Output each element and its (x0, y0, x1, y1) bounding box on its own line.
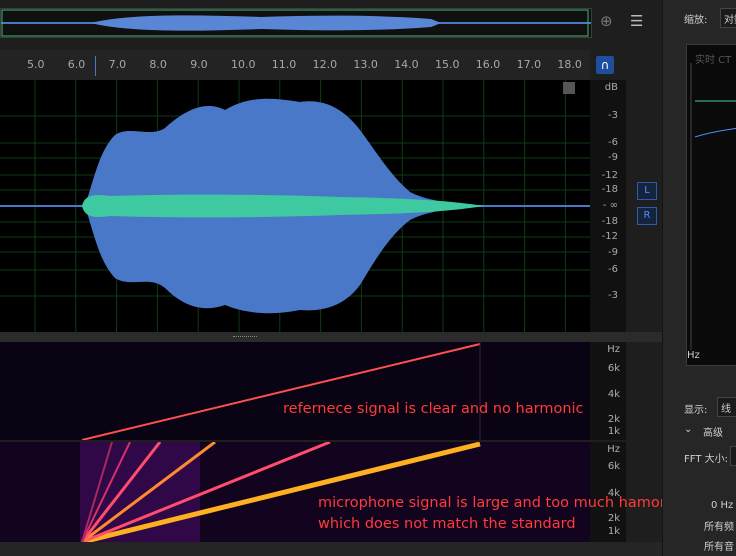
hz-label: 6k (607, 363, 620, 374)
waveform-canvas (0, 80, 590, 332)
reference-spectral-display[interactable] (0, 342, 590, 441)
db-label: -6 (608, 137, 618, 148)
db-label: - ∞ (602, 200, 618, 211)
display-label: 显示: (684, 405, 708, 416)
channel-strip: L R (626, 80, 662, 332)
ruler-tick-label: 12.0 (312, 58, 338, 71)
panel-divider[interactable] (0, 332, 662, 342)
db-label: -9 (608, 247, 618, 258)
ruler-tick-label: 16.0 (475, 58, 501, 71)
microphone-annotation-line2: which does not match the standard (318, 516, 576, 532)
collapse-icon[interactable]: ⌄ (684, 424, 692, 435)
zoom-icon[interactable]: ⊕ (600, 12, 613, 30)
hz-label: 4k (607, 389, 620, 400)
hz-label: 6k (607, 461, 620, 472)
db-label: -3 (608, 290, 618, 301)
hz-label: 2k (607, 513, 620, 524)
db-label: -3 (608, 110, 618, 121)
hz-label: 1k (607, 426, 620, 437)
reference-annotation: refernece signal is clear and no harmoni… (283, 401, 584, 417)
ruler-tick-label: 9.0 (190, 58, 208, 71)
ruler-tick-label: 6.0 (67, 58, 86, 71)
frequency-graph[interactable]: 实时 CT Hz (686, 44, 736, 366)
db-label: -6 (608, 264, 618, 275)
fft-size-select[interactable] (730, 446, 736, 466)
ruler-tick-label: 13.0 (353, 58, 378, 71)
db-label: -12 (601, 170, 618, 181)
hz-value: 0 Hz (711, 500, 734, 511)
headphone-icon[interactable]: ∩ (596, 56, 614, 74)
ruler-tick-label: 7.0 (108, 58, 127, 71)
reference-hz-scale: Hz 6k 4k 2k 1k (590, 342, 626, 440)
db-label: -18 (601, 216, 618, 227)
graph-axis-label: Hz (687, 350, 700, 361)
db-label: dB (604, 82, 618, 93)
playhead-marker[interactable] (95, 56, 96, 76)
microphone-hz-scale: Hz 6k 4k 2k 1k (590, 442, 626, 542)
ruler-tick-label: 18.0 (557, 58, 582, 71)
db-label: -12 (601, 231, 618, 242)
ruler-tick-label: 8.0 (149, 58, 167, 71)
overview-waveform (1, 9, 591, 37)
overview-strip[interactable]: ⊕ ☰ (0, 0, 643, 46)
hz-label: Hz (607, 444, 620, 455)
ruler-tick-label: 5.0 (27, 58, 45, 71)
fft-size-label: FFT 大小: (684, 454, 728, 465)
hz-label: Hz (607, 344, 620, 355)
all-sounds-row: 所有音 (704, 542, 734, 553)
bottom-toolbar (0, 542, 662, 556)
zoom-select[interactable]: 对数 (720, 8, 736, 28)
waveform-display[interactable] (0, 80, 590, 332)
channel-left-button[interactable]: L (637, 182, 657, 200)
list-view-icon[interactable]: ☰ (630, 12, 643, 30)
channel-right-button[interactable]: R (637, 207, 657, 225)
frequency-curve (690, 63, 736, 350)
display-select[interactable]: 线 (717, 397, 736, 417)
db-label: -9 (608, 152, 618, 163)
ruler-tick-label: 10.0 (231, 58, 256, 71)
hz-label: 2k (607, 414, 620, 425)
zoom-label: 缩放: (684, 15, 708, 26)
display-select-value: 线 (721, 404, 731, 415)
ruler-tick-label: 11.0 (271, 58, 297, 71)
expand-corner-icon[interactable] (563, 82, 575, 94)
all-frequencies-row: 所有频 (704, 522, 734, 533)
db-label: -18 (601, 184, 618, 195)
ruler-tick-label: 17.0 (516, 58, 542, 71)
microphone-annotation-line1: microphone signal is large and too much … (318, 495, 681, 511)
reference-spectrogram (81, 342, 481, 441)
zoom-select-value: 对数 (724, 15, 736, 26)
time-ruler[interactable]: 5.0 6.0 7.0 8.0 9.0 10.0 11.0 12.0 13.0 14.0 15.0 1… (0, 50, 590, 81)
ruler-tick-label: 15.0 (435, 58, 460, 71)
overview-navigator[interactable] (0, 8, 592, 38)
advanced-section-label[interactable]: 高级 (703, 424, 723, 439)
reference-sweep-line (81, 343, 481, 441)
divider-handle[interactable] (233, 336, 257, 339)
db-scale: dB -3 -6 -9 -12 -18 - ∞ -18 -12 -9 -6 -3 (590, 80, 626, 332)
ruler-tick-label: 14.0 (394, 58, 419, 71)
hz-label: 1k (607, 526, 620, 537)
